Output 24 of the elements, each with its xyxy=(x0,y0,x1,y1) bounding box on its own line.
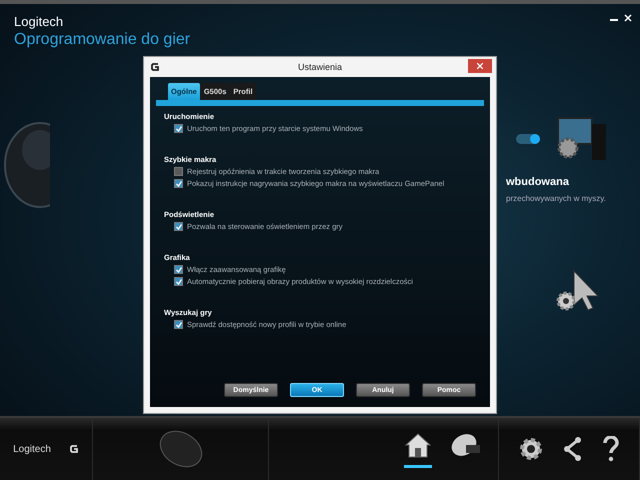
checkbox[interactable] xyxy=(174,179,183,188)
checkbox[interactable] xyxy=(174,320,183,329)
g-logo-icon xyxy=(68,444,79,454)
dialog-title: Ustawienia xyxy=(298,62,342,72)
description-text: przechowywanych w myszy. xyxy=(505,194,607,203)
checkbox[interactable] xyxy=(174,124,183,133)
close-icon xyxy=(477,63,483,69)
close-icon[interactable] xyxy=(624,14,632,22)
home-icon xyxy=(404,430,432,458)
settings-icon[interactable] xyxy=(518,436,544,462)
checkbox[interactable] xyxy=(174,222,183,231)
section-heading: wbudowana xyxy=(505,176,570,188)
checkbox[interactable] xyxy=(174,167,183,176)
mode-toggle[interactable] xyxy=(516,134,540,144)
help-icon[interactable] xyxy=(602,436,620,462)
app-title: Oprogramowanie do gier xyxy=(14,31,190,49)
nav-button[interactable] xyxy=(404,430,432,468)
footer-brand: Logitech xyxy=(13,444,51,454)
close-button[interactable] xyxy=(468,59,492,73)
g-logo-icon xyxy=(150,62,160,72)
share-icon[interactable] xyxy=(562,436,584,462)
checkbox[interactable] xyxy=(174,265,183,274)
brand-name: Logitech xyxy=(14,14,64,29)
checkbox[interactable] xyxy=(174,277,183,286)
